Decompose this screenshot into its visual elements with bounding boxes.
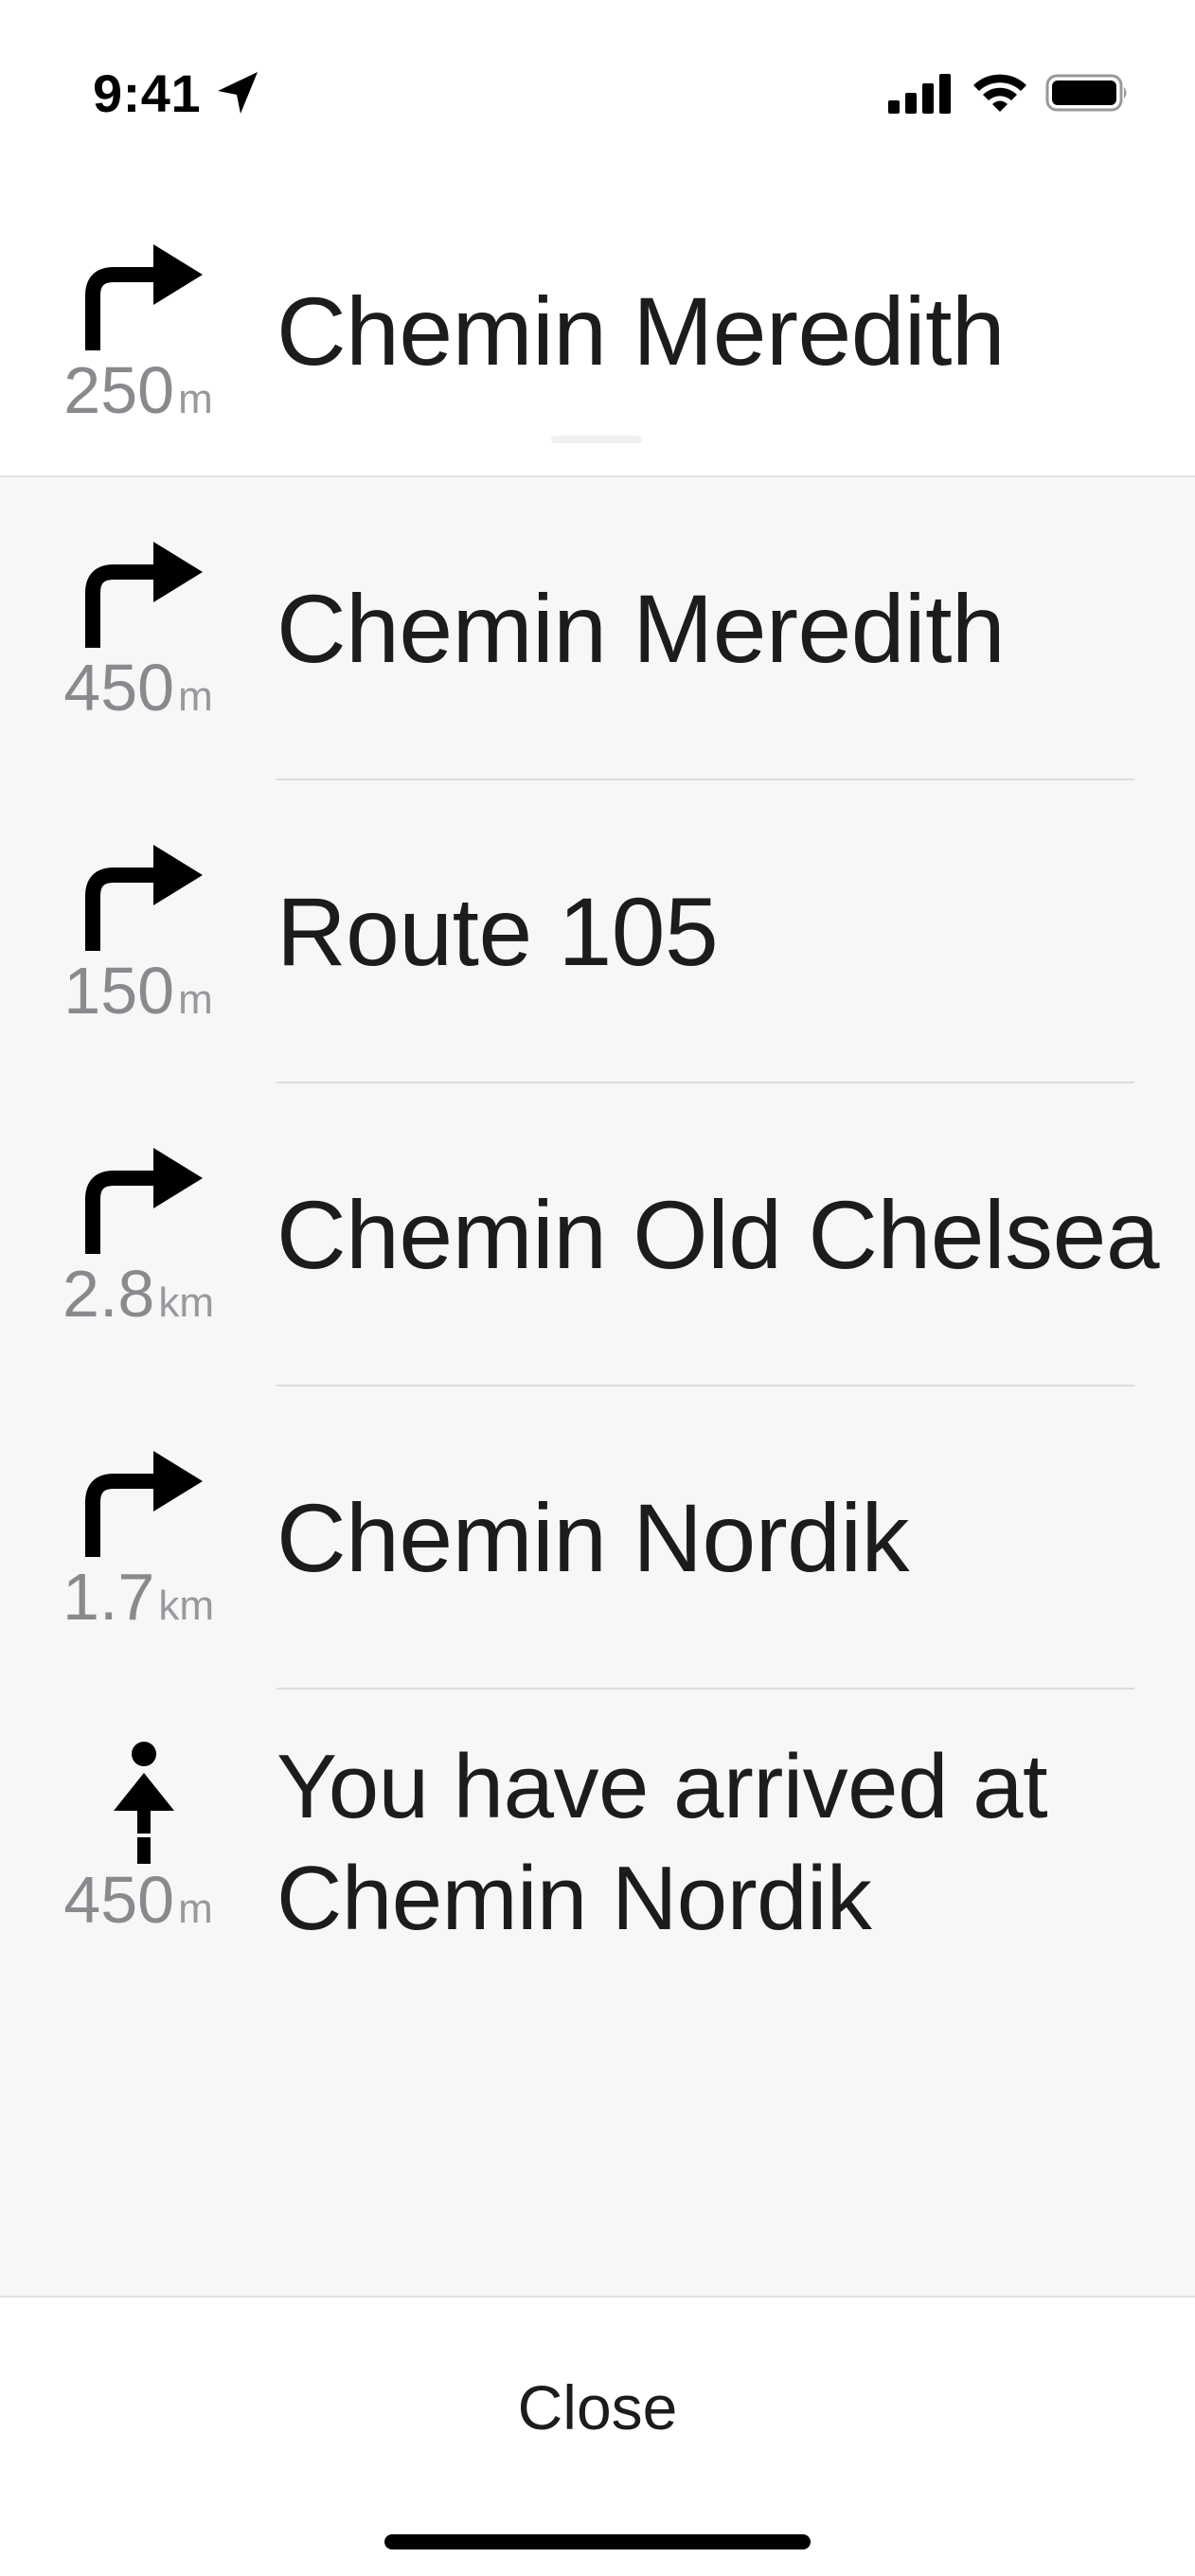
maneuver-indicator: 2.8km xyxy=(38,1083,239,1386)
navigation-steps-screen: 9:41 250m Chemin Meredith 450m Chemin Me… xyxy=(0,0,1195,2576)
maneuver-indicator: 450m xyxy=(38,477,239,780)
distance-value: 150 xyxy=(63,954,175,1028)
distance-label: 2.8km xyxy=(38,1256,239,1341)
distance-label: 450m xyxy=(38,1862,239,1947)
step-item[interactable]: 150m Route 105 xyxy=(0,780,1195,1083)
distance-unit: km xyxy=(158,1583,214,1629)
step-instruction: Chemin Old Chelsea xyxy=(276,1181,1160,1289)
status-bar: 9:41 xyxy=(0,0,1195,180)
step-item[interactable]: 2.8km Chemin Old Chelsea xyxy=(0,1083,1195,1386)
step-instruction: Chemin Meredith xyxy=(276,575,1006,683)
steps-list[interactable]: 450m Chemin Meredith 150m Route 105 2.8k… xyxy=(0,477,1195,2296)
sheet-grabber[interactable] xyxy=(551,436,642,443)
turn-right-icon xyxy=(85,1148,203,1254)
home-indicator[interactable] xyxy=(384,2534,811,2549)
close-button[interactable]: Close xyxy=(408,2351,787,2464)
maneuver-indicator: 450m xyxy=(38,1690,239,1993)
maneuver-indicator: 1.7km xyxy=(38,1386,239,1690)
cellular-signal-icon xyxy=(888,74,951,114)
distance-value: 450 xyxy=(63,1863,175,1937)
bottom-bar: Close xyxy=(0,2296,1195,2576)
current-instruction: Chemin Meredith xyxy=(276,277,1006,385)
current-step: 250m Chemin Meredith xyxy=(0,180,1195,477)
distance-label: 450m xyxy=(38,650,239,735)
distance-value: 450 xyxy=(63,651,175,724)
step-item[interactable]: 1.7km Chemin Nordik xyxy=(0,1386,1195,1690)
distance-unit: m xyxy=(178,376,213,422)
maneuver-indicator: 150m xyxy=(38,780,239,1083)
distance-value: 2.8 xyxy=(62,1257,155,1331)
distance-value: 1.7 xyxy=(62,1560,155,1634)
distance-label: 1.7km xyxy=(38,1559,239,1644)
distance-unit: m xyxy=(178,1886,213,1932)
location-arrow-icon xyxy=(218,72,258,114)
turn-right-icon xyxy=(85,845,203,951)
distance-unit: km xyxy=(158,1279,214,1326)
battery-icon xyxy=(1045,74,1127,112)
turn-right-icon xyxy=(85,1451,203,1557)
step-instruction: Chemin Nordik xyxy=(276,1484,910,1592)
turn-right-icon xyxy=(85,542,203,648)
maneuver-indicator: 250m xyxy=(38,180,239,483)
distance-value: 250 xyxy=(63,353,175,427)
distance-label: 150m xyxy=(38,953,239,1038)
step-item[interactable]: 450m You have arrived at Chemin Nordik xyxy=(0,1690,1195,1993)
wifi-icon xyxy=(973,74,1026,112)
distance-label: 250m xyxy=(38,352,239,438)
status-time: 9:41 xyxy=(93,63,202,123)
step-instruction: You have arrived at Chemin Nordik xyxy=(276,1736,1048,1949)
step-instruction: Route 105 xyxy=(276,878,719,986)
step-item[interactable]: 450m Chemin Meredith xyxy=(0,477,1195,780)
arrive-icon xyxy=(114,1742,174,1864)
turn-right-icon xyxy=(85,244,203,350)
distance-unit: m xyxy=(178,673,213,720)
distance-unit: m xyxy=(178,976,213,1023)
